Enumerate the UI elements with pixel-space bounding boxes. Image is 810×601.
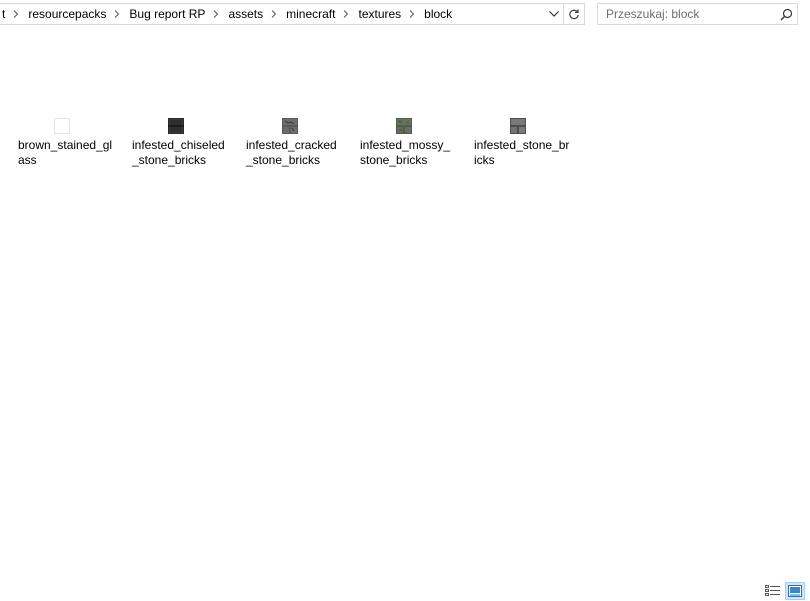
chevron-right-icon[interactable] <box>405 4 419 24</box>
file-name: brown_stained_glass <box>18 138 113 167</box>
view-mode-toggle <box>763 582 805 600</box>
chevron-right-icon[interactable] <box>267 4 281 24</box>
file-name: infested_cracked_stone_bricks <box>246 138 337 167</box>
details-view-button[interactable] <box>763 582 783 600</box>
search-input[interactable] <box>598 5 775 23</box>
file-thumbnail <box>354 110 454 134</box>
breadcrumb-item-block[interactable]: block <box>419 4 456 24</box>
file-item[interactable]: infested_chiseled_stone_bricks <box>126 110 240 168</box>
breadcrumb: t resourcepacks Bug report RP assets min… <box>0 4 545 24</box>
search-icon <box>780 8 792 20</box>
refresh-button[interactable] <box>564 3 585 25</box>
file-name: infested_chiseled_stone_bricks <box>132 138 225 167</box>
breadcrumb-item-resourcepacks[interactable]: resourcepacks <box>23 4 110 24</box>
chevron-right-icon[interactable] <box>9 4 23 24</box>
file-thumbnail <box>240 110 340 134</box>
address-history-dropdown[interactable] <box>545 4 563 24</box>
chevron-right-icon[interactable] <box>110 4 124 24</box>
breadcrumb-item-minecraft[interactable]: minecraft <box>281 4 339 24</box>
mossy-stone-texture-icon <box>396 118 412 134</box>
search-box[interactable] <box>597 3 798 25</box>
address-bar[interactable]: t resourcepacks Bug report RP assets min… <box>0 3 564 25</box>
breadcrumb-item-root[interactable]: t <box>0 4 9 24</box>
file-name: infested_mossy_stone_bricks <box>360 138 451 167</box>
large-icons-view-icon <box>788 585 802 597</box>
refresh-icon <box>569 9 579 20</box>
file-item[interactable]: brown_stained_glass <box>12 110 126 168</box>
stone-bricks-texture-icon <box>510 118 526 134</box>
chevron-down-icon <box>549 11 559 17</box>
cracked-stone-texture-icon <box>282 118 298 134</box>
file-item[interactable]: infested_cracked_stone_bricks <box>240 110 354 168</box>
file-item[interactable]: infested_mossy_stone_bricks <box>354 110 468 168</box>
file-thumbnail <box>126 110 226 134</box>
file-name: infested_stone_bricks <box>474 138 570 167</box>
file-thumbnail <box>12 110 112 134</box>
chevron-right-icon[interactable] <box>339 4 353 24</box>
chevron-right-icon[interactable] <box>209 4 223 24</box>
large-icons-view-button[interactable] <box>785 582 805 600</box>
details-view-icon <box>765 585 780 596</box>
white-texture-icon <box>54 118 70 134</box>
breadcrumb-item-bug-report-rp[interactable]: Bug report RP <box>124 4 209 24</box>
dark-stone-texture-icon <box>168 118 184 134</box>
file-thumbnail <box>468 110 568 134</box>
file-item[interactable]: infested_stone_bricks <box>468 110 582 168</box>
search-button[interactable] <box>775 4 797 24</box>
file-list: brown_stained_glass infested_chiseled_st… <box>12 110 582 168</box>
breadcrumb-item-assets[interactable]: assets <box>223 4 267 24</box>
breadcrumb-item-textures[interactable]: textures <box>353 4 405 24</box>
